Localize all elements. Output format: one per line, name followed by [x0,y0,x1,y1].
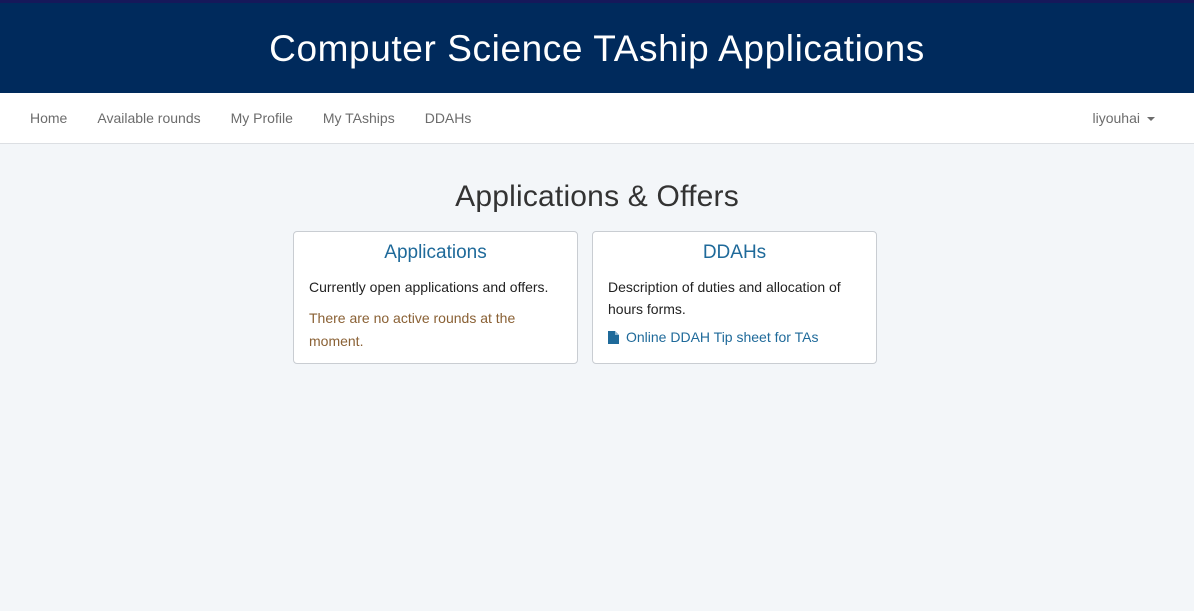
ddahs-card-title: DDAHs [702,242,767,263]
caret-down-icon [1147,117,1155,121]
file-icon [608,330,619,344]
site-banner: Computer Science TAship Applications [0,0,1194,93]
page-title: Applications & Offers [455,180,739,213]
top-navbar: Home Available rounds My Profile My TAsh… [0,93,1194,144]
applications-card-title: Applications [384,242,487,263]
user-menu-dropdown[interactable]: liyouhai [1093,110,1155,126]
nav-item-ddahs[interactable]: DDAHs [425,110,472,126]
nav-item-home[interactable]: Home [30,110,67,126]
nav-item-my-profile[interactable]: My Profile [231,110,293,126]
no-active-rounds-notice: There are no active rounds at the moment… [309,310,516,349]
username-label: liyouhai [1092,110,1140,126]
ddah-tip-sheet-label: Online DDAH Tip sheet for TAs [626,329,819,345]
cards-container: Applications Currently open applications… [293,231,877,364]
site-title: Computer Science TAship Applications [269,28,925,69]
nav-item-available-rounds[interactable]: Available rounds [97,110,200,126]
applications-card-description: Currently open applications and offers. [309,279,549,295]
nav-item-my-taships[interactable]: My TAships [323,110,395,126]
applications-card: Applications Currently open applications… [293,231,578,364]
ddahs-card: DDAHs Description of duties and allocati… [592,231,877,364]
ddah-tip-sheet-link[interactable]: Online DDAH Tip sheet for TAs [608,329,861,345]
ddahs-card-description: Description of duties and allocation of … [608,279,841,317]
